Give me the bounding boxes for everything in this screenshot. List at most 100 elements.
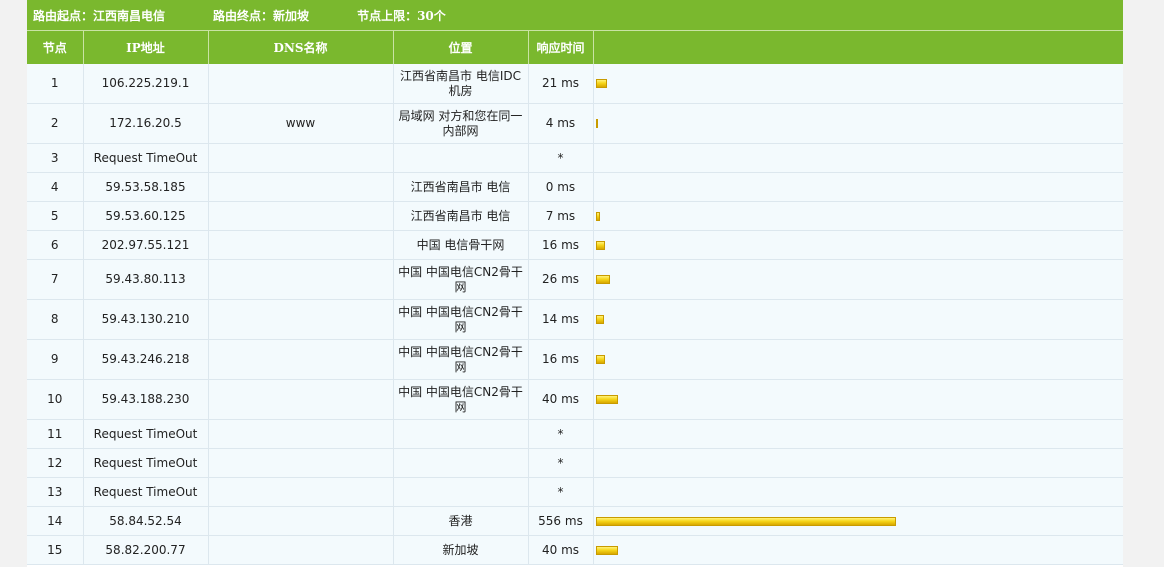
hop-cell: 8 [27,299,84,340]
location-cell: 江西省南昌市 电信 [393,172,529,202]
latency-bar-cell [593,172,1123,202]
col-header-bar [593,30,1123,64]
ip-cell: 59.53.60.125 [83,201,209,231]
hop-cell: 9 [27,339,84,380]
ip-cell: 59.43.246.218 [83,339,209,380]
latency-bar [595,211,600,221]
route-summary-header: 路由起点：江西南昌电信 路由终点：新加坡 节点上限：30个 [27,0,1123,30]
traceroute-panel: 路由起点：江西南昌电信 路由终点：新加坡 节点上限：30个 节点 IP地址 DN… [27,0,1123,567]
dns-cell [208,506,394,536]
location-cell [393,448,529,478]
latency-bar [595,275,610,284]
ip-cell: 172.16.20.5 [83,103,209,144]
dns-cell [208,448,394,478]
latency-bar-cell [593,339,1123,380]
latency-bar-cell [593,535,1123,565]
time-cell: * [528,477,594,507]
time-cell: 40 ms [528,379,594,420]
col-header-hop: 节点 [27,30,84,64]
table-row: 2 172.16.20.5 www 局域网 对方和您在同一内部网 4 ms [27,103,1123,144]
latency-bar [595,240,605,250]
time-cell: 0 ms [528,172,594,202]
time-cell: 4 ms [528,103,594,144]
hop-cell: 6 [27,230,84,260]
table-header-row: 节点 IP地址 DNS名称 位置 响应时间 [27,30,1123,64]
time-cell: 21 ms [528,64,594,104]
time-cell: 16 ms [528,230,594,260]
hop-cell: 14 [27,506,84,536]
hop-cell: 3 [27,143,84,173]
dns-cell [208,535,394,565]
dns-cell [208,64,394,104]
dns-cell [208,201,394,231]
hop-limit: 节点上限：30个 [357,8,446,23]
latency-bar-cell [593,230,1123,260]
latency-bar [595,315,604,324]
ip-cell: Request TimeOut [83,448,209,478]
table-row: 4 59.53.58.185 江西省南昌市 电信 0 ms [27,172,1123,202]
time-cell: * [528,143,594,173]
location-cell: 中国 中国电信CN2骨干网 [393,379,529,420]
hop-cell: 13 [27,477,84,507]
dns-cell [208,477,394,507]
latency-bar-cell [593,448,1123,478]
col-header-time: 响应时间 [528,30,594,64]
table-row: 3 Request TimeOut * [27,143,1123,173]
ip-cell: 202.97.55.121 [83,230,209,260]
time-cell: 7 ms [528,201,594,231]
dns-cell [208,143,394,173]
table-row: 14 58.84.52.54 香港 556 ms [27,506,1123,536]
latency-bar-cell [593,419,1123,449]
ip-cell: 59.53.58.185 [83,172,209,202]
ip-cell: Request TimeOut [83,419,209,449]
hop-cell: 11 [27,419,84,449]
latency-bar-cell [593,506,1123,536]
ip-cell: 59.43.130.210 [83,299,209,340]
table-row: 9 59.43.246.218 中国 中国电信CN2骨干网 16 ms [27,339,1123,380]
route-start: 路由起点：江西南昌电信 [33,8,166,23]
hop-cell: 1 [27,64,84,104]
latency-bar [595,355,605,364]
traceroute-table: 节点 IP地址 DNS名称 位置 响应时间 1 106.225.219.1 江西省南… [27,30,1123,565]
hop-cell: 7 [27,259,84,300]
dns-cell [208,299,394,340]
latency-bar [595,395,618,404]
ip-cell: 59.43.80.113 [83,259,209,300]
latency-bar [595,516,896,526]
dns-cell: www [208,103,394,144]
ip-cell: 58.84.52.54 [83,506,209,536]
time-cell: * [528,419,594,449]
latency-bar-cell [593,143,1123,173]
latency-bar-cell [593,477,1123,507]
table-row: 1 106.225.219.1 江西省南昌市 电信IDC机房 21 ms [27,64,1123,104]
ip-cell: 58.82.200.77 [83,535,209,565]
location-cell: 香港 [393,506,529,536]
ip-cell: 106.225.219.1 [83,64,209,104]
location-cell [393,477,529,507]
location-cell [393,419,529,449]
table-row: 5 59.53.60.125 江西省南昌市 电信 7 ms [27,201,1123,231]
hop-cell: 4 [27,172,84,202]
col-header-location: 位置 [393,30,529,64]
route-end: 路由终点：新加坡 [213,8,310,23]
dns-cell [208,339,394,380]
location-cell: 中国 电信骨干网 [393,230,529,260]
location-cell: 新加坡 [393,535,529,565]
latency-bar-cell [593,64,1123,104]
table-row: 15 58.82.200.77 新加坡 40 ms [27,535,1123,565]
location-cell: 江西省南昌市 电信IDC机房 [393,64,529,104]
time-cell: 14 ms [528,299,594,340]
time-cell: 16 ms [528,339,594,380]
ip-cell: 59.43.188.230 [83,379,209,420]
dns-cell [208,379,394,420]
hop-cell: 2 [27,103,84,144]
ip-cell: Request TimeOut [83,143,209,173]
hop-cell: 15 [27,535,84,565]
latency-bar [595,119,598,128]
dns-cell [208,230,394,260]
table-row: 10 59.43.188.230 中国 中国电信CN2骨干网 40 ms [27,379,1123,420]
latency-bar-cell [593,201,1123,231]
location-cell: 中国 中国电信CN2骨干网 [393,259,529,300]
dns-cell [208,419,394,449]
table-row: 6 202.97.55.121 中国 电信骨干网 16 ms [27,230,1123,260]
